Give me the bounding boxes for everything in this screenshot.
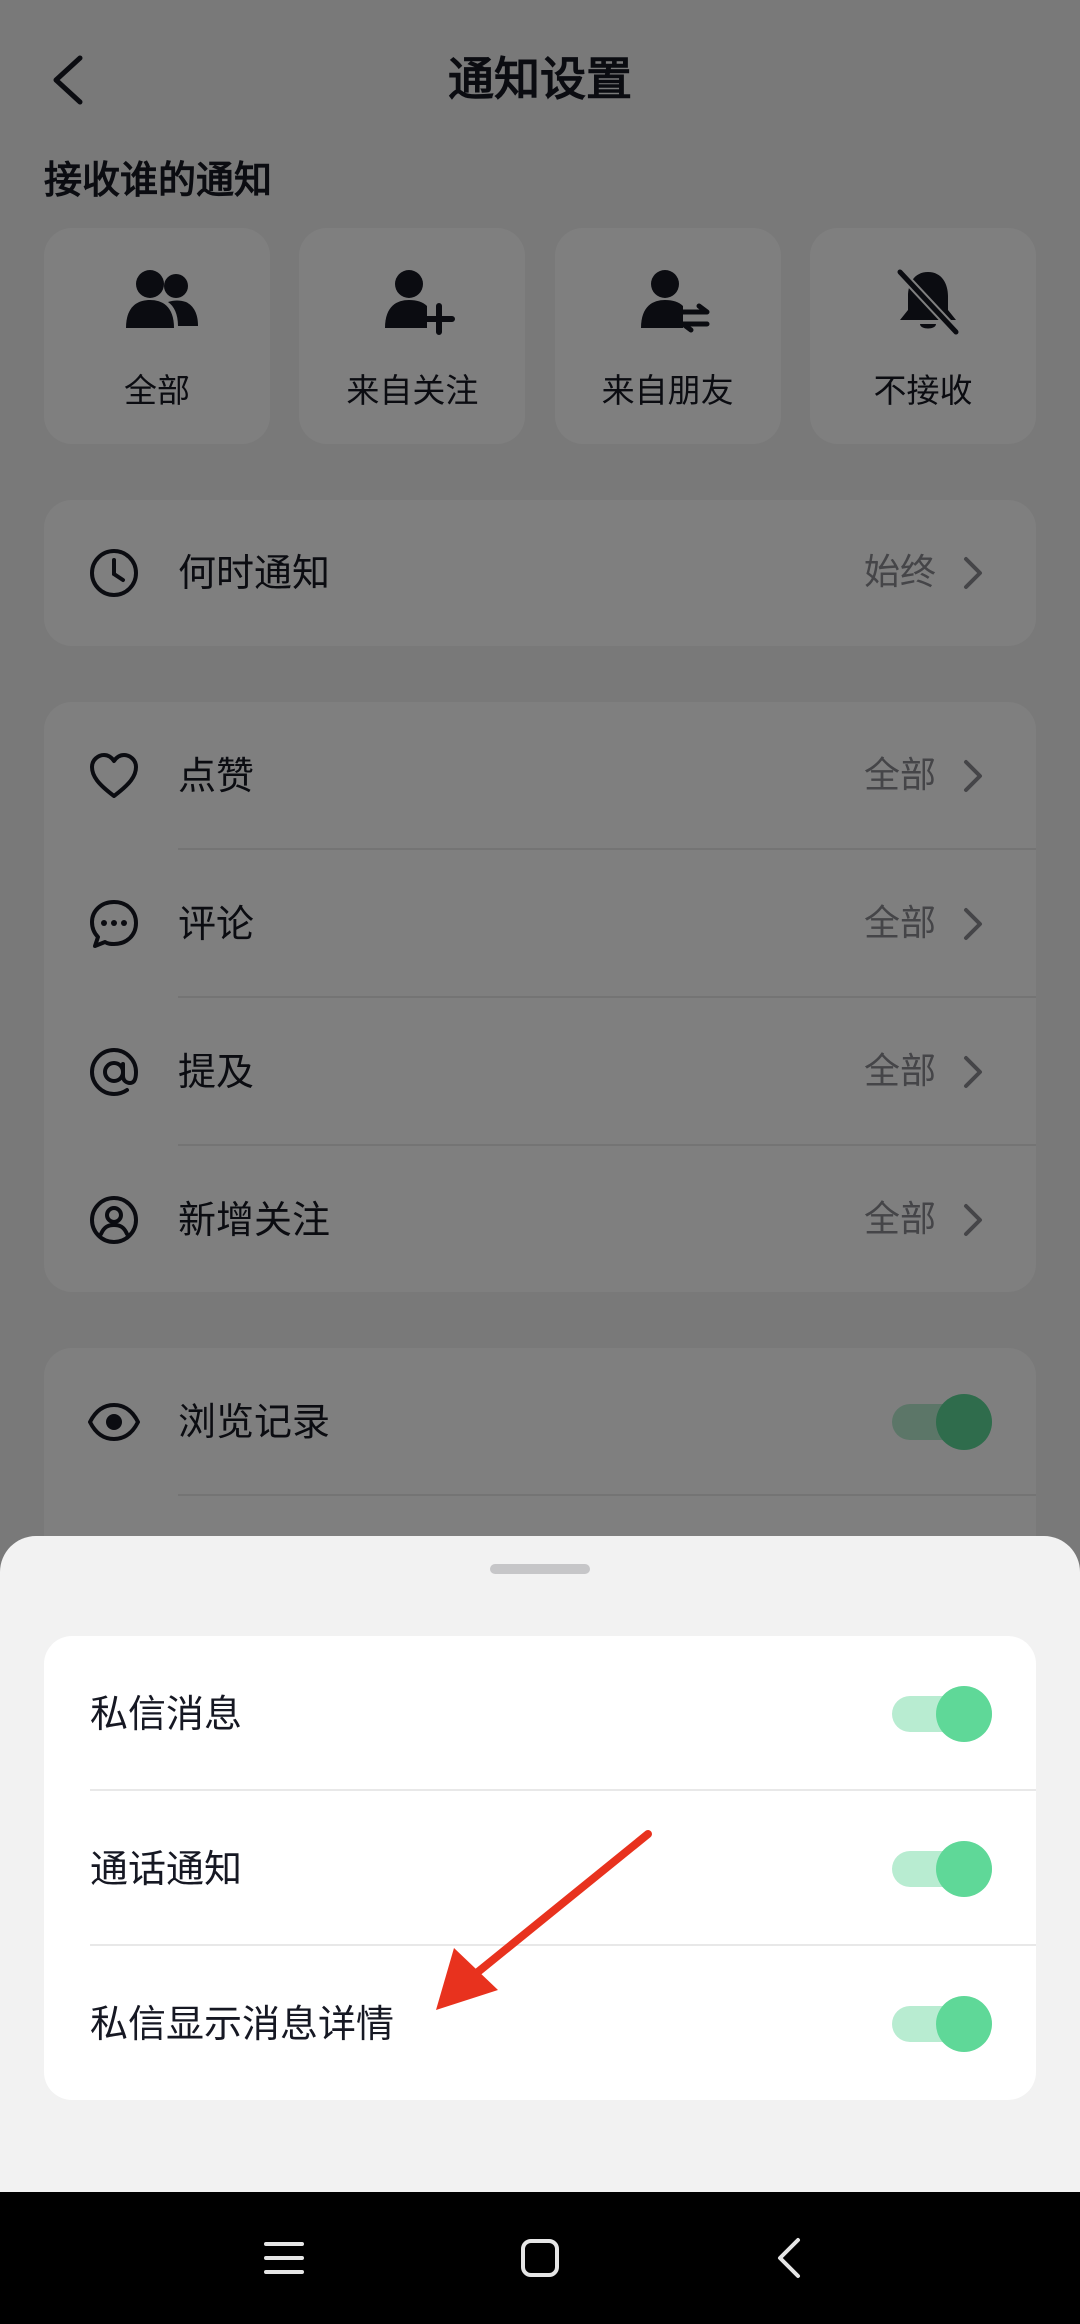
- notification-settings-page: 通知设置 接收谁的通知 全部 来自关注: [0, 0, 1080, 2324]
- toggle-knob: [936, 1685, 992, 1742]
- menu-icon[interactable]: [254, 2228, 314, 2288]
- back-triangle-icon[interactable]: [760, 2228, 820, 2288]
- home-square-icon[interactable]: [510, 2228, 570, 2288]
- message-details-toggle[interactable]: [892, 1995, 992, 2052]
- call-notifications-toggle[interactable]: [892, 1840, 992, 1897]
- toggle-knob: [936, 1995, 992, 2052]
- annotation-arrow-icon: [436, 1830, 652, 2010]
- sheet-row-label: 通话通知: [90, 1846, 243, 1891]
- system-navigation-bar: [0, 2192, 1080, 2324]
- sheet-row-direct-messages[interactable]: 私信消息: [44, 1636, 1036, 1791]
- sheet-row-label: 私信显示消息详情: [90, 2001, 395, 2046]
- toggle-knob: [936, 1840, 992, 1897]
- sheet-drag-handle[interactable]: [490, 1564, 590, 1574]
- direct-messages-toggle[interactable]: [892, 1685, 992, 1742]
- sheet-row-label: 私信消息: [90, 1691, 243, 1736]
